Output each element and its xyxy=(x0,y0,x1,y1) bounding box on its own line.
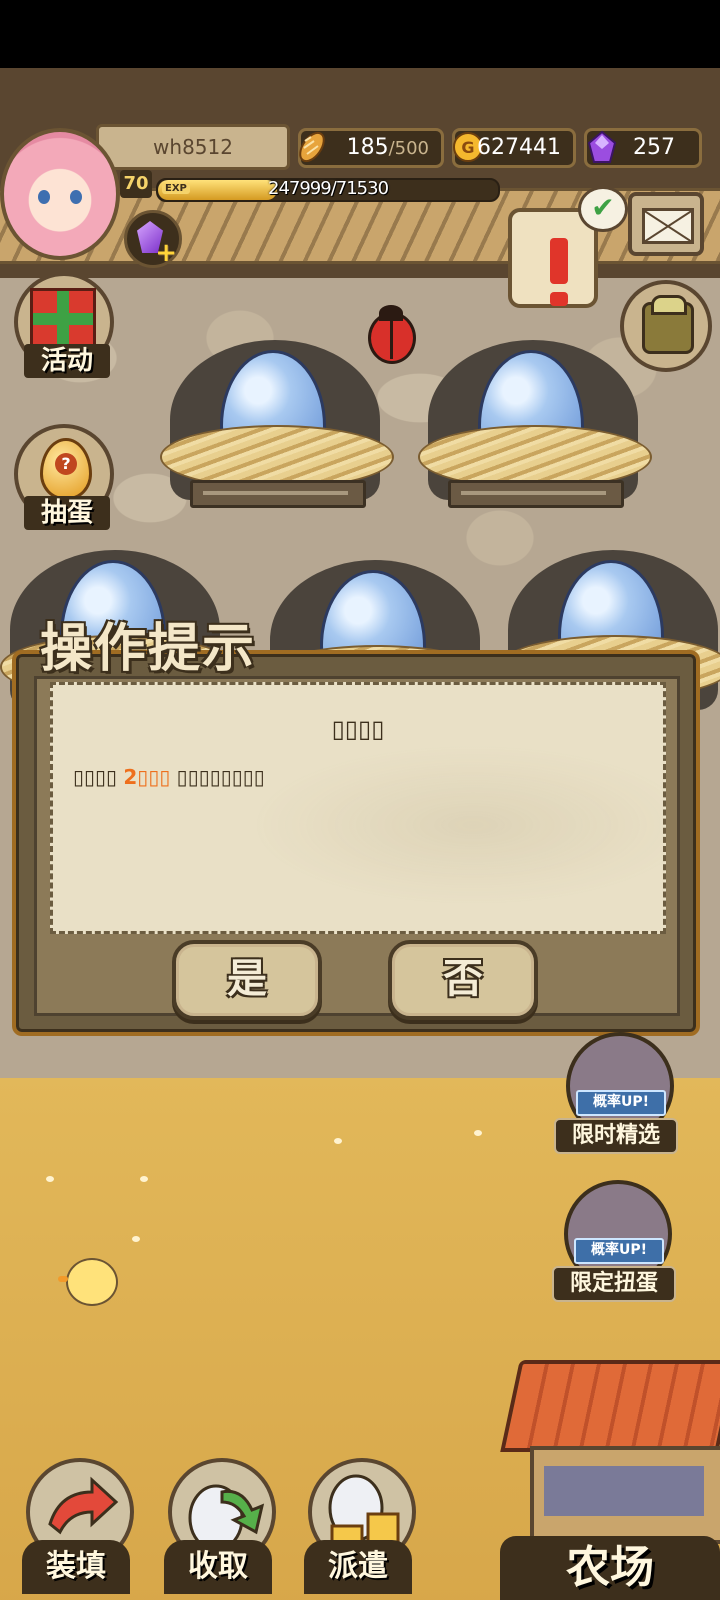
message-highlight: 2▯▯▯ xyxy=(123,765,171,789)
chick-icon xyxy=(58,1258,118,1306)
purple-gem-icon xyxy=(585,129,619,165)
exp-text: 247999/71530 xyxy=(268,178,389,199)
dialog-title: 操作提示 xyxy=(40,619,257,679)
yes-button[interactable]: 是 xyxy=(172,940,322,1020)
stamina-value: 185 xyxy=(346,135,389,160)
limited-gacha-banner[interactable]: 概率UP! 限定扭蛋 xyxy=(548,1180,678,1304)
status-bar-area xyxy=(0,0,720,68)
exp-bar: EXP 247999/71530 xyxy=(156,178,500,202)
load-button[interactable]: 装填 xyxy=(16,1458,136,1600)
barn-icon xyxy=(530,1446,720,1544)
farm-roof-icon xyxy=(500,1360,720,1452)
player-level: 70 xyxy=(120,170,152,198)
ladybug-icon[interactable] xyxy=(368,305,416,364)
gem-counter[interactable]: 257 xyxy=(584,128,702,168)
pebble xyxy=(140,1176,148,1182)
mail-icon xyxy=(642,208,694,244)
farm-button[interactable]: 农场 xyxy=(500,1340,720,1600)
collect-button[interactable]: 收取 xyxy=(158,1458,278,1600)
exp-label: EXP xyxy=(162,183,190,194)
golden-egg-icon: ? xyxy=(40,438,92,500)
message-prefix: ▯▯▯▯ xyxy=(73,765,124,789)
activity-button[interactable]: 活动 xyxy=(6,272,116,382)
pebble xyxy=(334,1138,342,1144)
backpack-icon xyxy=(642,295,694,354)
activity-label: 活动 xyxy=(24,344,110,378)
player-avatar[interactable] xyxy=(0,128,120,260)
dialog-heading: ▯▯▯▯ xyxy=(331,715,385,743)
limited-pick-banner[interactable]: 概率UP! 限时精选 xyxy=(550,1032,680,1156)
stamina-counter[interactable]: 185/500 xyxy=(298,128,444,168)
limited-gacha-label: 限定扭蛋 xyxy=(552,1266,676,1302)
dialog-message: ▯▯▯▯ 2▯▯▯ ▯▯▯▯▯▯▯▯ xyxy=(73,765,653,789)
exclamation-icon xyxy=(550,238,568,306)
pebble xyxy=(474,1130,482,1136)
pebble xyxy=(46,1176,54,1182)
bread-icon xyxy=(295,129,329,165)
checkmark-icon[interactable]: ✔ xyxy=(578,186,628,232)
collect-label: 收取 xyxy=(164,1540,272,1594)
limited-pick-label: 限时精选 xyxy=(554,1118,678,1154)
no-button[interactable]: 否 xyxy=(388,940,538,1020)
mail-button[interactable] xyxy=(628,192,704,256)
gacha-label: 抽蛋 xyxy=(24,496,110,530)
stamina-max: /500 xyxy=(388,138,429,159)
rate-up-badge: 概率UP! xyxy=(576,1090,666,1116)
player-name: wh8512 xyxy=(96,124,290,170)
dialog-paper: ▯▯▯▯ ▯▯▯▯ 2▯▯▯ ▯▯▯▯▯▯▯▯ xyxy=(50,682,666,934)
plus-icon: + xyxy=(155,238,177,268)
farm-label: 农场 xyxy=(500,1536,720,1600)
dispatch-label: 派遣 xyxy=(304,1540,412,1594)
gacha-button[interactable]: ? 抽蛋 xyxy=(6,424,116,534)
gold-counter[interactable]: G 627441 xyxy=(452,128,576,168)
dispatch-button[interactable]: 派遣 xyxy=(298,1458,418,1600)
buy-gems-button[interactable]: + xyxy=(124,210,182,268)
svg-text:G: G xyxy=(461,138,474,157)
load-label: 装填 xyxy=(22,1540,130,1594)
gem-value: 257 xyxy=(633,135,675,160)
egg-nest-2[interactable] xyxy=(418,330,652,510)
rate-up-badge: 概率UP! xyxy=(574,1238,664,1264)
bag-button[interactable] xyxy=(620,280,712,372)
gold-value: 627441 xyxy=(477,135,561,160)
pebble xyxy=(132,1236,140,1242)
egg-nest-1[interactable] xyxy=(160,330,394,510)
message-suffix: ▯▯▯▯▯▯▯▯ xyxy=(170,765,265,789)
